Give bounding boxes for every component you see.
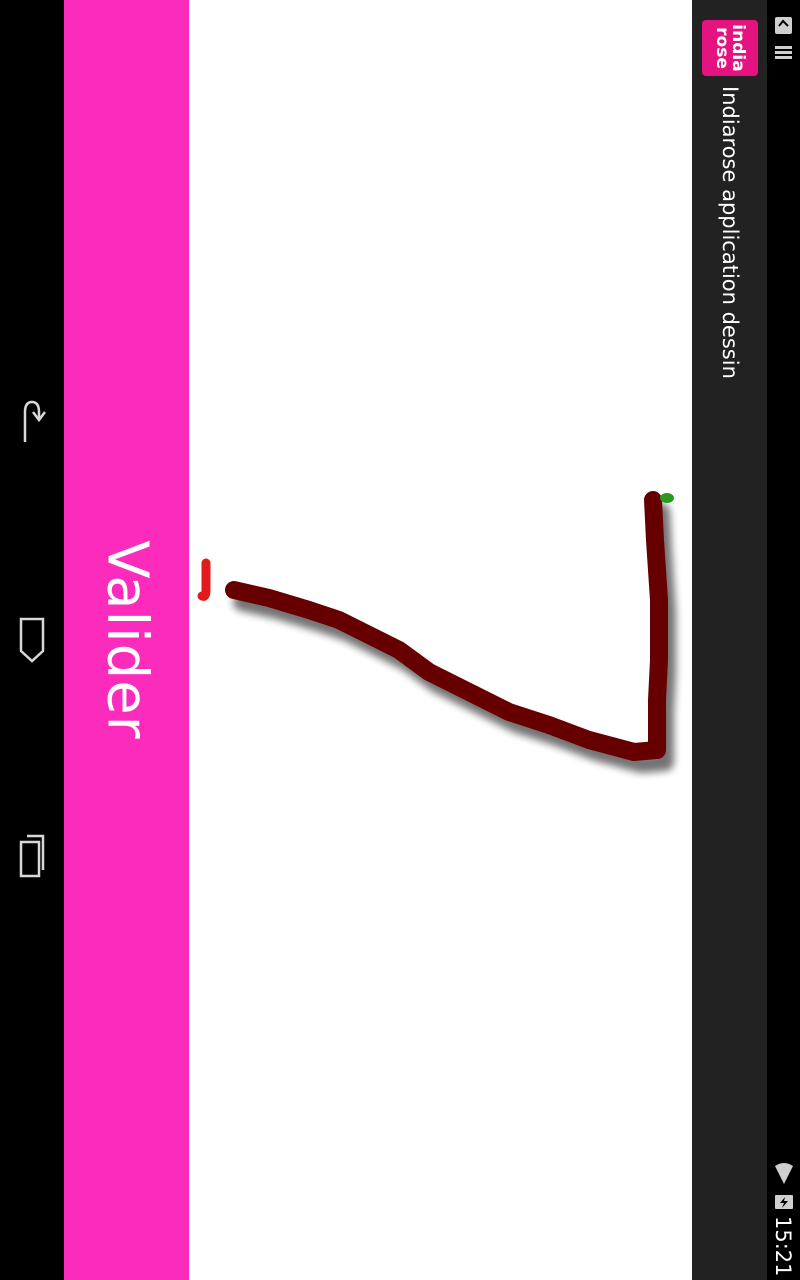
navigation-bar xyxy=(0,0,64,1280)
app-title: Indiarose application dessin xyxy=(718,86,742,379)
logo-text: india rose xyxy=(712,24,748,72)
back-button[interactable] xyxy=(0,378,64,468)
validate-label: Valider xyxy=(94,540,159,740)
home-icon xyxy=(19,617,45,663)
clock: 15:21 xyxy=(771,1216,795,1277)
back-icon xyxy=(23,400,46,442)
recent-apps-icon xyxy=(19,834,45,878)
recent-apps-button[interactable] xyxy=(0,812,64,902)
start-point-marker xyxy=(197,558,211,601)
notification-icon xyxy=(775,17,792,34)
drawn-stroke xyxy=(225,491,668,761)
home-button[interactable] xyxy=(0,595,64,685)
action-bar: india rose Indiarose application dessin xyxy=(692,0,767,1280)
end-point-marker xyxy=(660,493,674,503)
app-logo: india rose xyxy=(702,20,758,76)
drawing-canvas[interactable] xyxy=(189,0,692,1280)
drawing-surface[interactable] xyxy=(189,0,692,1280)
battery-charging-icon xyxy=(775,1195,793,1209)
status-bar: 15:21 xyxy=(767,0,800,1280)
wifi-icon xyxy=(775,1163,793,1184)
storage-icon xyxy=(775,46,792,59)
validate-button[interactable]: Valider xyxy=(64,0,189,1280)
